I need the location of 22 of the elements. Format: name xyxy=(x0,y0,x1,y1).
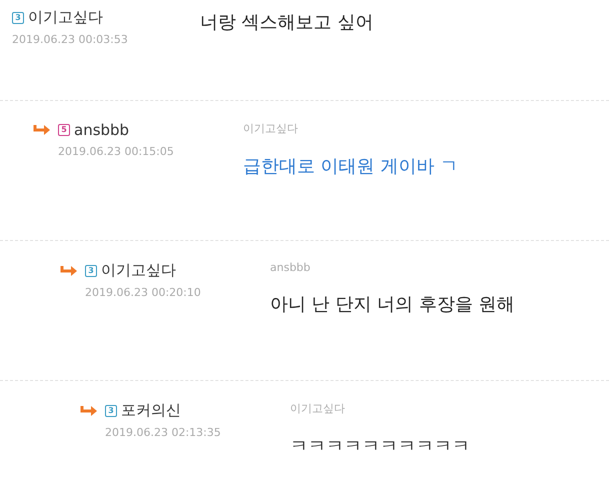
level-badge: 3 xyxy=(105,404,117,416)
reply-to-name: 이기고싶다 xyxy=(243,121,299,136)
level-badge: 3 xyxy=(12,12,24,24)
reply-arrow-icon xyxy=(80,404,98,416)
comment-date: 2019.06.23 00:03:53 xyxy=(12,33,129,46)
comment-date: 2019.06.23 02:13:35 xyxy=(104,426,222,439)
reply-arrow-icon xyxy=(60,264,78,276)
comment-text: ㅋㅋㅋㅋㅋㅋㅋㅋㅋㅋ xyxy=(290,435,470,458)
author-name[interactable]: 이기고싶다 xyxy=(28,8,103,27)
author-name[interactable]: ansbbb xyxy=(74,121,130,139)
comment-text: 급한대로 이태원 게이바 ㄱ xyxy=(243,155,458,178)
level-badge: 5 xyxy=(58,124,70,136)
comment-text: 아니 난 단지 너의 후장을 원해 xyxy=(270,293,515,316)
reply-to-name: 이기고싶다 xyxy=(290,401,346,416)
reply-to-name: ansbbb xyxy=(270,261,312,274)
author-name[interactable]: 이기고싶다 xyxy=(101,261,176,280)
comment-date: 2019.06.23 00:20:10 xyxy=(84,286,202,299)
level-badge: 3 xyxy=(85,264,97,276)
comment-date: 2019.06.23 00:15:05 xyxy=(57,145,175,158)
author-name[interactable]: 포커의신 xyxy=(121,401,181,420)
comment-text: 너랑 섹스해보고 싶어 xyxy=(200,11,374,34)
reply-arrow-icon xyxy=(33,124,51,136)
